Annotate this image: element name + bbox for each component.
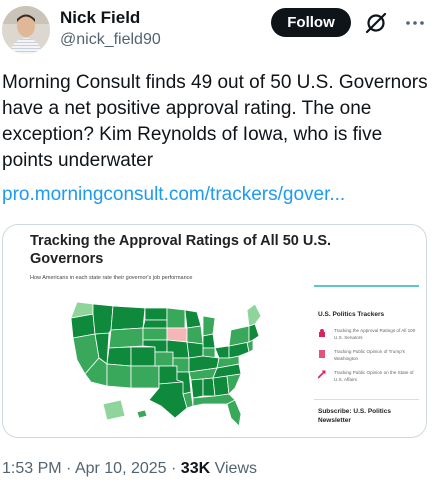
- author-handle[interactable]: @nick_field90: [60, 31, 161, 49]
- tweet-meta: 1:53 PM · Apr 10, 2025 · 33K Views: [2, 460, 257, 478]
- follow-button[interactable]: Follow: [271, 8, 351, 37]
- sidebar-accent-line: [314, 285, 419, 287]
- sidebar-item-label: Tracking Public Opinion of Trump's Washi…: [334, 349, 405, 361]
- grok-icon[interactable]: [363, 10, 389, 36]
- us-map-image: [70, 301, 262, 427]
- subscribe-link[interactable]: Subscribe: U.S. Politics Newsletter: [318, 407, 418, 425]
- card-title: Tracking the Approval Ratings of All 50 …: [30, 233, 332, 267]
- link-preview-card[interactable]: Tracking the Approval Ratings of All 50 …: [2, 224, 427, 438]
- sidebar-divider: [314, 399, 419, 400]
- views-count: 33K: [180, 460, 211, 477]
- card-subtitle: How Americans in each state rate their g…: [30, 275, 193, 281]
- sidebar-item-label: Tracking the Approval Ratings of All 100…: [334, 328, 416, 340]
- sidebar-item-trump-washington[interactable]: Tracking Public Opinion of Trump's Washi…: [318, 348, 418, 368]
- card-sidebar: U.S. Politics Trackers Tracking the Appr…: [314, 285, 419, 427]
- tweet-date[interactable]: Apr 10, 2025: [75, 460, 167, 477]
- sidebar-item-label: Tracking Public Opinion on the State of …: [334, 370, 414, 382]
- sidebar-item-state-of-affairs[interactable]: Tracking Public Opinion on the State of …: [318, 369, 418, 389]
- views-label: Views: [214, 460, 257, 477]
- sidebar-title: U.S. Politics Trackers: [318, 311, 385, 318]
- trend-arrow-icon: [318, 370, 326, 379]
- tweet-link[interactable]: pro.morningconsult.com/trackers/gover...: [2, 184, 345, 206]
- portrait-icon: [319, 350, 325, 358]
- meta-separator: ·: [171, 460, 177, 477]
- tweet-header: Nick Field @nick_field90 Follow: [0, 0, 438, 60]
- tweet-time[interactable]: 1:53 PM: [2, 460, 62, 477]
- more-options-icon[interactable]: [403, 12, 427, 34]
- meta-separator: ·: [66, 460, 72, 477]
- avatar[interactable]: [2, 6, 50, 54]
- sidebar-item-senators[interactable]: Tracking the Approval Ratings of All 100…: [318, 327, 418, 347]
- author-name[interactable]: Nick Field: [60, 8, 140, 28]
- capitol-icon: [319, 329, 325, 337]
- tweet-text: Morning Consult finds 49 out of 50 U.S. …: [2, 72, 428, 171]
